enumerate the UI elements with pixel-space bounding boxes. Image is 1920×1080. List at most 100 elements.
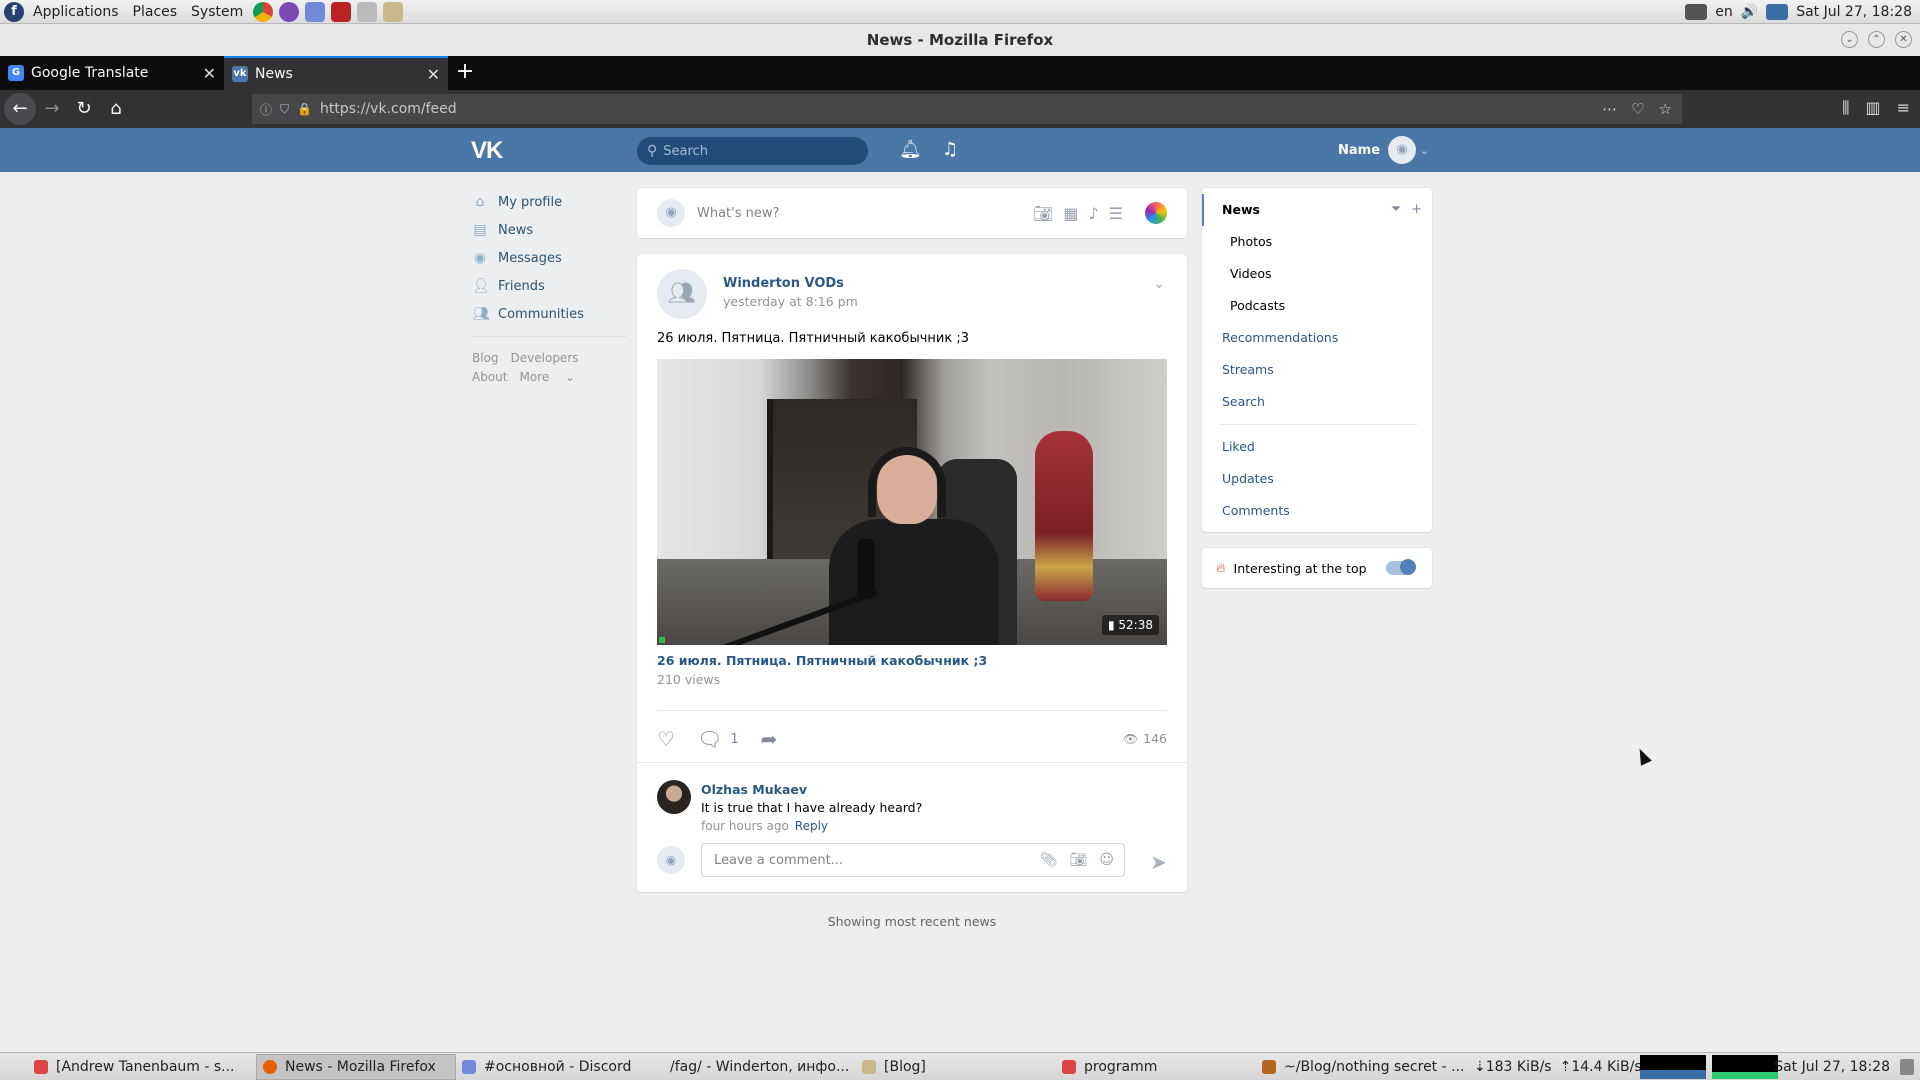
comment-input[interactable] xyxy=(714,852,1014,868)
comment-button[interactable]: 🗨︎ 1 xyxy=(697,727,739,751)
task-firefox[interactable]: News - Mozilla Firefox xyxy=(256,1053,456,1080)
whats-new-input[interactable] xyxy=(697,205,997,221)
emacs-launcher-icon[interactable] xyxy=(279,1,300,22)
menu-item-news[interactable]: ▤ News xyxy=(472,216,627,244)
filter-recommendations[interactable]: Recommendations xyxy=(1202,322,1432,354)
user-menu[interactable]: Name ◉ ⌄ xyxy=(1338,136,1429,164)
fedora-logo-icon[interactable]: f xyxy=(4,1,24,22)
article-icon[interactable]: ☰ xyxy=(1109,204,1123,223)
places-menu[interactable]: Places xyxy=(126,0,185,24)
vk-logo-icon[interactable]: VK xyxy=(471,137,507,164)
filter-podcasts[interactable]: Podcasts xyxy=(1202,290,1432,322)
filter-news[interactable]: News ⏷ + xyxy=(1202,194,1432,226)
menu-item-my-profile[interactable]: ⌂ My profile xyxy=(472,188,627,216)
home-button[interactable]: ⌂ xyxy=(100,93,132,125)
bell-icon[interactable]: 🔔︎ xyxy=(899,139,922,160)
reload-button[interactable]: ↻ xyxy=(68,93,100,125)
filter-icon[interactable]: ⏷ xyxy=(1391,202,1401,217)
taskbar-clock[interactable]: Sat Jul 27, 18:28 xyxy=(1774,1053,1890,1080)
close-window-button[interactable]: ✕ xyxy=(1895,31,1912,48)
task-blog[interactable]: [Blog] xyxy=(856,1054,1056,1080)
url-text[interactable]: https://vk.com/feed xyxy=(320,101,457,117)
task-tanenbaum[interactable]: [Andrew Tanenbaum - s... xyxy=(28,1054,256,1080)
footer-link-developers[interactable]: Developers xyxy=(511,351,579,365)
interesting-toggle-row[interactable]: 🔥︎ Interesting at the top xyxy=(1202,548,1432,588)
task-discord[interactable]: #основной - Discord xyxy=(456,1054,656,1080)
filter-comments[interactable]: Comments xyxy=(1202,495,1432,527)
close-tab-icon[interactable]: ✕ xyxy=(203,64,216,83)
page-actions-icon[interactable]: ⋯ xyxy=(1602,100,1617,118)
emoji-icon[interactable]: ☺ xyxy=(1099,852,1114,868)
commenter-avatar[interactable] xyxy=(657,780,691,814)
comment-author[interactable]: Olzhas Mukaev xyxy=(701,782,807,797)
filter-liked[interactable]: Liked xyxy=(1202,431,1432,463)
vk-search[interactable]: ⚲ xyxy=(637,137,868,165)
reply-link[interactable]: Reply xyxy=(795,819,828,833)
terminal-launcher-icon[interactable] xyxy=(331,1,352,22)
video-film-icon[interactable]: ▦ xyxy=(1063,204,1078,223)
chrome-launcher-icon[interactable] xyxy=(253,1,274,22)
paperclip-icon[interactable]: 📎︎ xyxy=(1040,852,1058,868)
video-thumbnail[interactable]: ▮ 52:38 xyxy=(657,359,1167,645)
menu-item-friends[interactable]: 👤︎ Friends xyxy=(472,272,627,300)
minimize-button[interactable]: ⌄ xyxy=(1841,31,1858,48)
chevron-down-icon[interactable]: ⌄ xyxy=(1153,276,1165,292)
footer-link-more[interactable]: More ⌄ xyxy=(519,370,575,384)
like-button[interactable]: ♡ xyxy=(657,727,675,751)
search-input[interactable] xyxy=(663,143,844,159)
music-note-icon[interactable]: ♫ xyxy=(942,139,958,160)
video-title[interactable]: 26 июля. Пятница. Пятничный какобычник ;… xyxy=(657,653,987,668)
trash-icon[interactable] xyxy=(1900,1059,1914,1075)
network-icon[interactable] xyxy=(1766,4,1789,20)
tracking-shield-icon[interactable]: ⛉ xyxy=(280,102,289,117)
url-bar[interactable]: ⓘ ⛉ 🔒 https://vk.com/feed ⋯ ♡ ☆ xyxy=(252,94,1682,124)
filter-photos[interactable]: Photos xyxy=(1202,226,1432,258)
tab-news[interactable]: vk News ✕ xyxy=(224,56,448,90)
library-icon[interactable]: ⫼ xyxy=(1842,98,1849,118)
pocket-icon[interactable]: ♡ xyxy=(1631,100,1644,118)
comment-box[interactable]: 📎︎ 📷︎ ☺ xyxy=(701,843,1125,877)
panel-clock[interactable]: Sat Jul 27, 18:28 xyxy=(1796,4,1912,20)
menu-item-messages[interactable]: ◉ Messages xyxy=(472,244,627,272)
discord-tray-icon[interactable] xyxy=(1685,4,1708,20)
files-launcher-icon[interactable] xyxy=(383,1,404,22)
post-author[interactable]: Winderton VODs xyxy=(723,276,844,291)
footer-link-blog[interactable]: Blog xyxy=(472,351,499,365)
camera-icon[interactable]: 📷︎ xyxy=(1033,204,1053,223)
footer-link-about[interactable]: About xyxy=(472,370,507,384)
info-icon[interactable]: ⓘ xyxy=(260,101,272,118)
plus-icon[interactable]: + xyxy=(1411,202,1422,217)
filter-updates[interactable]: Updates xyxy=(1202,463,1432,495)
task-programm[interactable]: programm xyxy=(1056,1054,1256,1080)
share-button[interactable]: ➦ xyxy=(761,727,778,751)
filter-streams[interactable]: Streams xyxy=(1202,354,1432,386)
document-launcher-icon[interactable] xyxy=(357,1,378,22)
close-tab-icon[interactable]: ✕ xyxy=(427,65,440,84)
camera-icon[interactable]: 📷︎ xyxy=(1070,852,1088,868)
menu-item-communities[interactable]: 👥︎ Communities xyxy=(472,300,627,328)
bookmark-star-icon[interactable]: ☆ xyxy=(1659,100,1672,118)
forward-button[interactable]: → xyxy=(36,93,68,125)
lock-icon[interactable]: 🔒 xyxy=(297,102,312,116)
maximize-button[interactable]: ⌃ xyxy=(1868,31,1885,48)
community-avatar-icon[interactable]: 👥︎ xyxy=(657,269,707,319)
filter-videos[interactable]: Videos xyxy=(1202,258,1432,290)
new-tab-button[interactable]: + xyxy=(448,56,482,90)
volume-icon[interactable]: 🔊 xyxy=(1741,4,1758,20)
post-time[interactable]: yesterday at 8:16 pm xyxy=(723,294,858,309)
send-icon[interactable]: ➤ xyxy=(1150,850,1167,874)
applications-menu[interactable]: Applications xyxy=(26,0,126,24)
comment-time[interactable]: four hours ago xyxy=(701,819,789,833)
tab-google-translate[interactable]: G Google Translate ✕ xyxy=(0,56,224,90)
music-note-icon[interactable]: ♪ xyxy=(1088,204,1098,223)
sidebar-icon[interactable]: ▥ xyxy=(1865,98,1880,118)
keyboard-layout-indicator[interactable]: en xyxy=(1715,4,1733,20)
system-menu[interactable]: System xyxy=(184,0,250,24)
filter-search[interactable]: Search xyxy=(1202,386,1432,418)
poster-color-icon[interactable] xyxy=(1145,202,1167,224)
task-editor[interactable]: ~/Blog/nothing secret - ... xyxy=(1256,1054,1496,1080)
hamburger-menu-icon[interactable]: ≡ xyxy=(1897,98,1910,118)
discord-launcher-icon[interactable] xyxy=(305,1,326,22)
back-button[interactable]: ← xyxy=(4,93,36,125)
interesting-toggle[interactable] xyxy=(1386,559,1416,575)
